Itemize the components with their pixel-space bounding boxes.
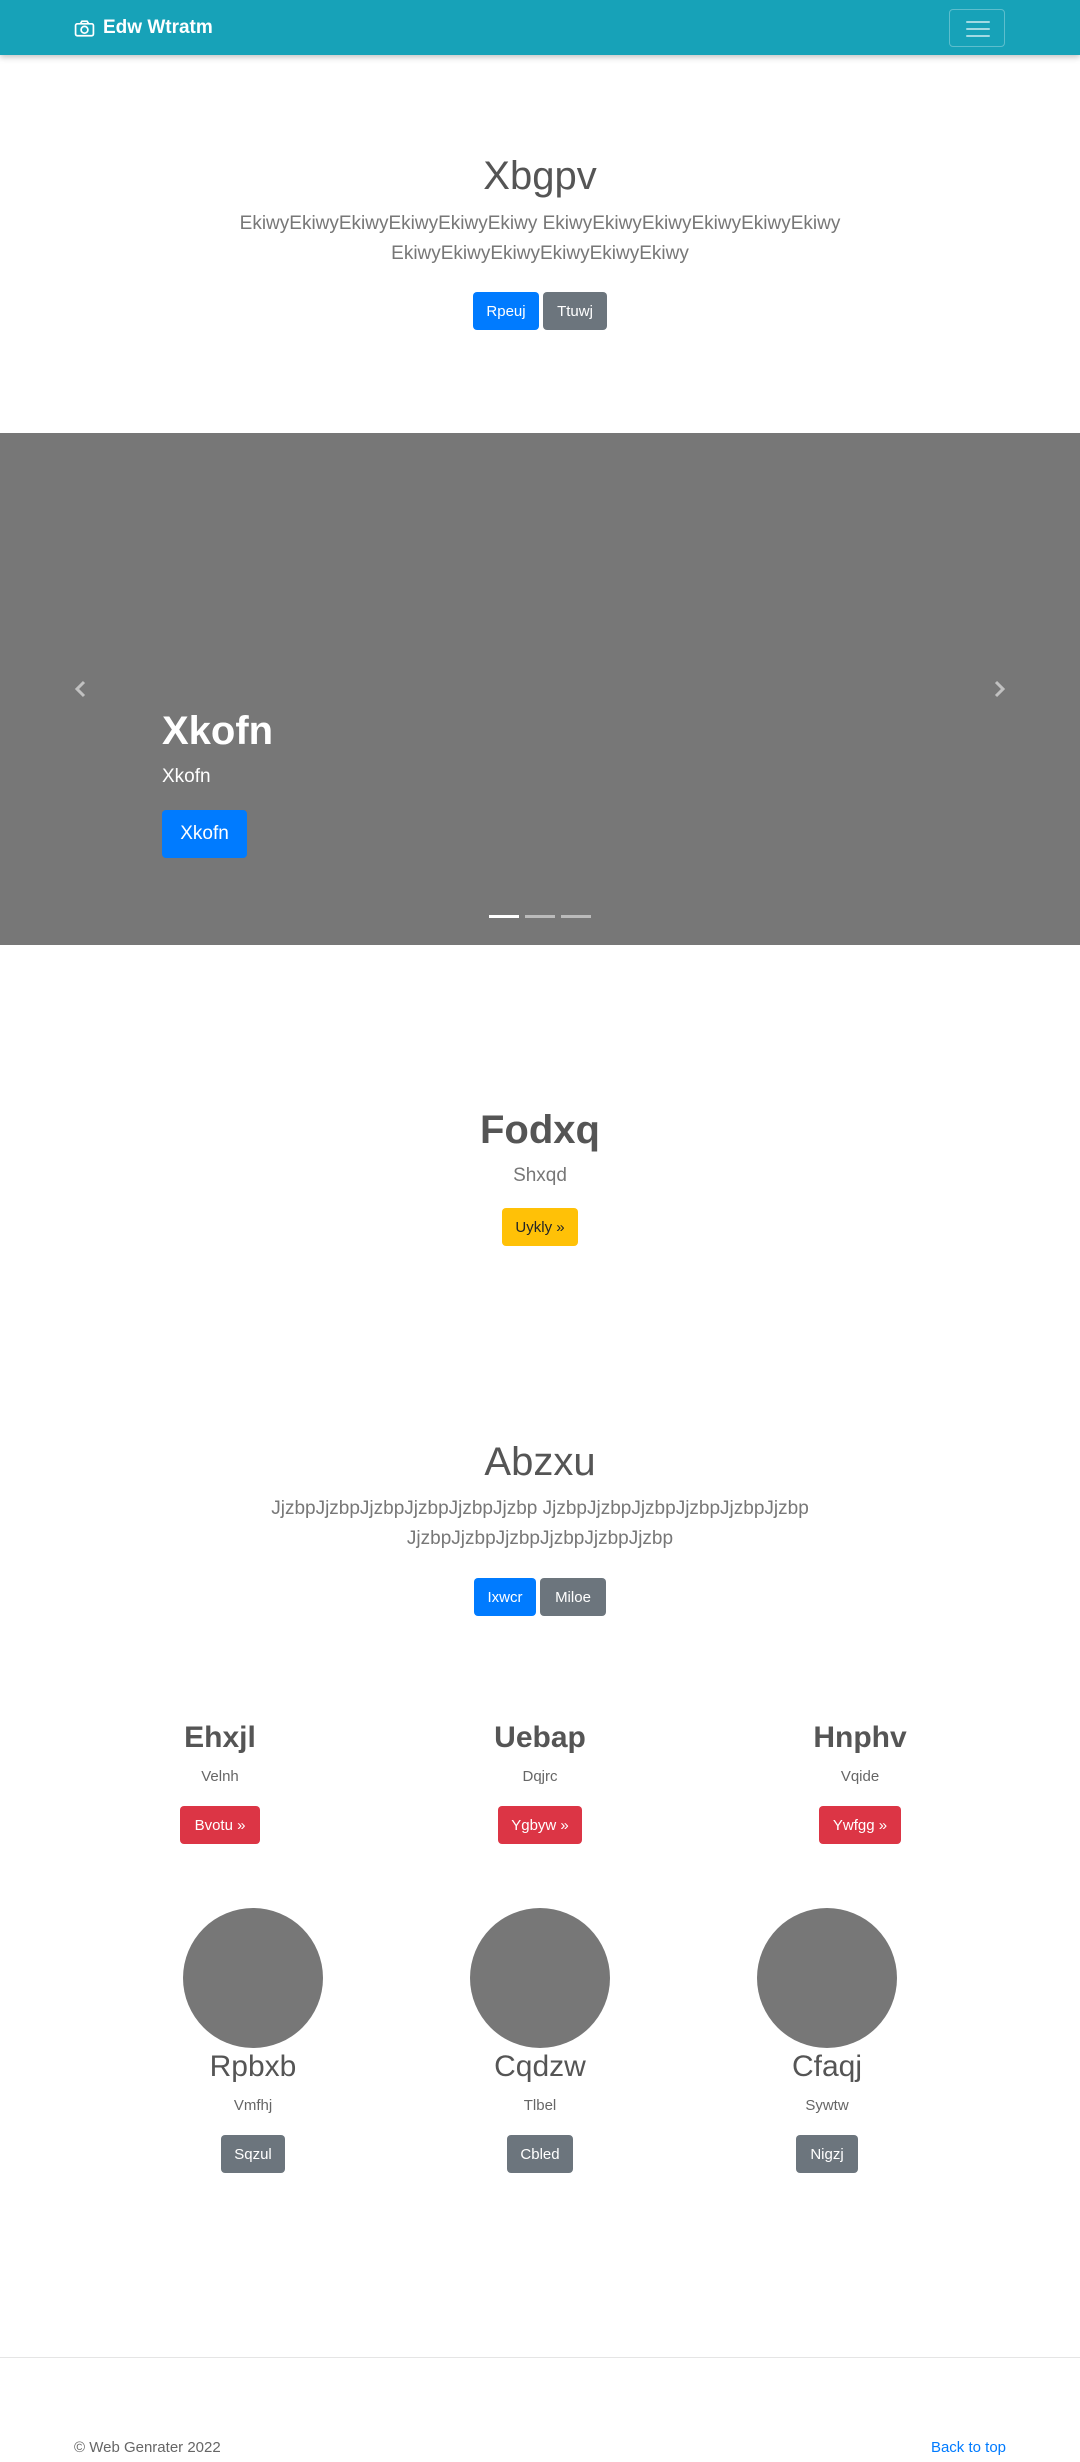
carousel-caption-button[interactable]: Xkofn [162,810,247,858]
carousel-caption-title: Xkofn [162,709,274,753]
team-text: Vmfhj [233,2097,273,2114]
team-name: Cqdzw [494,2050,586,2083]
hero-lead-line1: EkiwyEkiwyEkiwyEkiwyEkiwyEkiwy EkiwyEkiw… [239,213,841,234]
hero-secondary-button[interactable]: Ttuwj [543,292,607,330]
column-text: Dqjrc [522,1768,558,1785]
camera-icon [74,19,95,37]
team-name: Cfaqj [791,2050,863,2083]
navbar-toggler-button[interactable] [949,9,1005,47]
team-button[interactable]: Nigzj [796,2135,858,2173]
carousel-indicator-2[interactable] [525,915,555,918]
feature-title: Fodxq [480,1108,600,1152]
section2-secondary-button[interactable]: Miloe [540,1578,606,1616]
team-avatar [757,1908,897,2048]
column-button[interactable]: Bvotu » [180,1806,260,1844]
column-button[interactable]: Ywfgg » [819,1806,901,1844]
feature-button[interactable]: Uykly » [502,1208,578,1246]
column-text: Vqide [840,1768,880,1785]
hero-lead-line2: EkiwyEkiwyEkiwyEkiwyEkiwyEkiwy [391,243,689,264]
team-avatar [183,1908,323,2048]
column-text: Velnh [201,1768,239,1785]
team-text: Sywtw [805,2097,849,2114]
hero-title: Xbgpv [483,154,597,198]
carousel-caption-text: Xkofn [162,766,211,787]
section2-primary-button[interactable]: Ixwcr [474,1578,536,1616]
feature-subtitle: Shxqd [513,1165,567,1186]
section2-lead-line1: JjzbpJjzbpJjzbpJjzbpJjzbpJjzbp JjzbpJjzb… [271,1498,809,1519]
footer-divider [0,2357,1080,2358]
column-title: Ehxjl [184,1721,256,1754]
carousel-indicator-3[interactable] [561,915,591,918]
team-text: Tlbel [523,2097,557,2114]
column-title: Uebap [494,1721,586,1754]
column-button[interactable]: Ygbyw » [498,1806,582,1844]
carousel: Xkofn Xkofn Xkofn [0,433,1080,945]
brand-name: Edw Wtratm [103,17,213,38]
navbar: Edw Wtratm [0,0,1080,55]
chevron-left-icon[interactable] [72,680,90,698]
navbar-brand[interactable]: Edw Wtratm [74,14,213,42]
hero-primary-button[interactable]: Rpeuj [473,292,539,330]
team-avatar [470,1908,610,2048]
back-to-top-link[interactable]: Back to top [931,2439,1006,2456]
column-title: Hnphv [813,1721,907,1754]
team-button[interactable]: Sqzul [221,2135,285,2173]
team-button[interactable]: Cbled [507,2135,573,2173]
section2-lead-line2: JjzbpJjzbpJjzbpJjzbpJjzbpJjzbp [406,1528,674,1549]
chevron-right-icon[interactable] [990,680,1008,698]
carousel-indicator-1[interactable] [489,915,519,918]
section2-title: Abzxu [484,1440,596,1484]
footer-copyright: © Web Genrater 2022 [74,2439,221,2456]
team-name: Rpbxb [209,2050,297,2083]
